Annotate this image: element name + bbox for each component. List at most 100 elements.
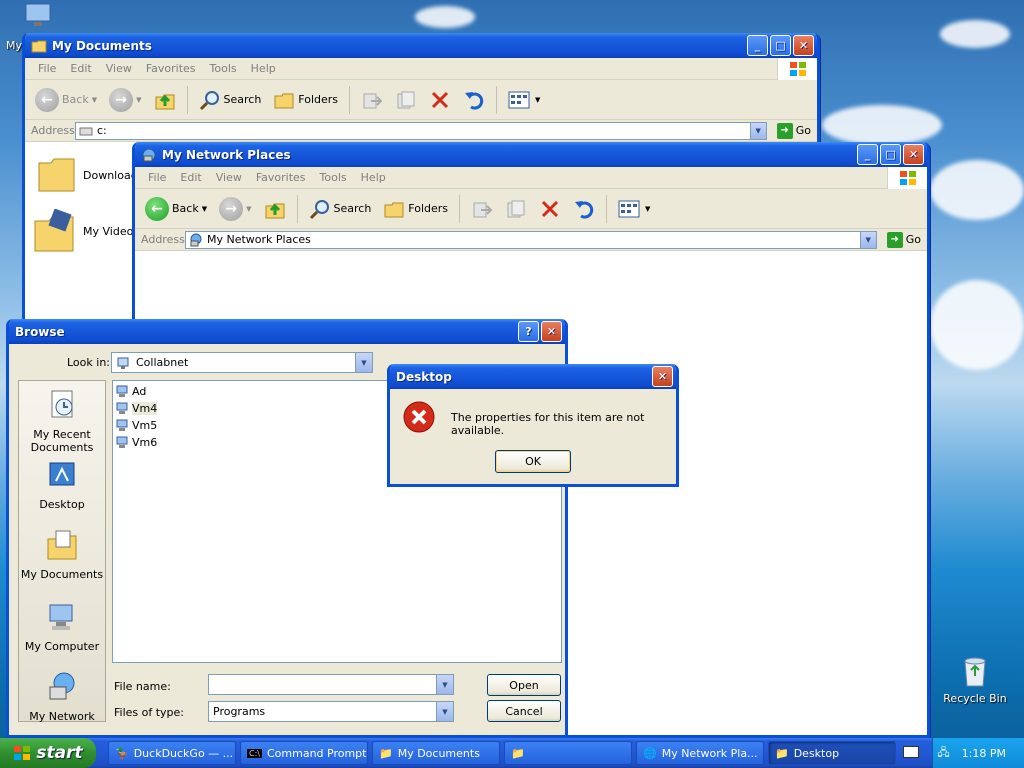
menu-view[interactable]: View (99, 62, 139, 75)
my-documents-icon (47, 530, 77, 560)
desktop-icon-recycle-bin[interactable]: Recycle Bin (940, 655, 1010, 705)
system-tray: 🖧 1:18 PM (932, 738, 1024, 768)
taskbar-item-command-prompt[interactable]: C:\ Command Prompt (240, 741, 368, 765)
go-button[interactable]: ➜ Go (881, 231, 927, 248)
up-button[interactable] (150, 85, 180, 115)
move-to-button[interactable] (357, 85, 387, 115)
forward-button[interactable]: → ▼ (105, 85, 145, 115)
look-in-dropdown-button[interactable]: ▼ (355, 353, 372, 372)
search-icon (309, 199, 329, 219)
start-button[interactable]: start (0, 738, 96, 768)
address-field[interactable]: My Network Places ▼ (185, 230, 877, 249)
folders-button[interactable]: Folders (269, 85, 342, 115)
menu-bar: File Edit View Favorites Tools Help (135, 167, 927, 189)
copy-to-icon (397, 91, 415, 108)
taskbar-item-my-documents[interactable]: 📁 My Documents (372, 741, 500, 765)
menu-help[interactable]: Help (244, 62, 283, 75)
address-field[interactable]: c: ▼ (75, 121, 767, 140)
file-item-vm6[interactable]: Vm6 (116, 436, 157, 449)
menu-favorites[interactable]: Favorites (249, 171, 313, 184)
views-button[interactable]: ▼ (614, 194, 654, 224)
place-my-documents[interactable]: My Documents (19, 529, 105, 581)
maximize-button[interactable]: □ (880, 144, 901, 165)
close-button[interactable]: ✕ (903, 144, 924, 165)
taskbar-item-desktop[interactable]: 📁 Desktop (768, 741, 896, 765)
folder-item-my-videos[interactable]: My Videos (33, 209, 139, 253)
ok-button[interactable]: OK (495, 450, 571, 473)
delete-button[interactable] (425, 85, 455, 115)
copy-to-icon (507, 200, 525, 217)
search-button[interactable]: Search (195, 85, 266, 115)
network-tray-icon[interactable]: 🖧 (937, 744, 949, 763)
clock[interactable]: 1:18 PM (962, 747, 1006, 760)
move-to-icon (473, 202, 493, 217)
folders-button[interactable]: Folders (379, 194, 452, 224)
address-value: c: (97, 124, 107, 137)
menu-help[interactable]: Help (354, 171, 393, 184)
up-button[interactable] (260, 194, 290, 224)
dialog-title: Desktop (396, 369, 452, 384)
menu-file[interactable]: File (141, 171, 173, 184)
forward-button[interactable]: → ▼ (215, 194, 255, 224)
taskbar-item-duckduckgo[interactable]: 🦆 DuckDuckGo — ... (108, 741, 236, 765)
views-button[interactable]: ▼ (504, 85, 544, 115)
error-titlebar[interactable]: Desktop ✕ (390, 364, 676, 389)
close-button[interactable]: ✕ (541, 321, 562, 342)
recycle-bin-icon (964, 657, 986, 687)
file-item-ad[interactable]: Ad (116, 385, 146, 398)
minimize-button[interactable]: _ (857, 144, 878, 165)
menu-view[interactable]: View (209, 171, 249, 184)
folder-item-downloads[interactable]: Downloads (37, 157, 143, 193)
delete-button[interactable] (535, 194, 565, 224)
menu-edit[interactable]: Edit (173, 171, 208, 184)
network-places-titlebar[interactable]: My Network Places _ □ ✕ (135, 142, 927, 167)
address-dropdown-button[interactable]: ▼ (859, 231, 876, 248)
file-name-input[interactable]: ▼ (208, 674, 454, 695)
close-button[interactable]: ✕ (652, 366, 673, 387)
folders-icon (274, 93, 294, 108)
my-documents-titlebar[interactable]: My Documents _ □ ✕ (25, 33, 817, 58)
go-arrow-icon: ➜ (776, 122, 793, 139)
undo-button[interactable] (459, 85, 489, 115)
look-in-combo[interactable]: Collabnet ▼ (111, 352, 373, 373)
files-of-type-select[interactable]: Programs ▼ (208, 701, 454, 722)
help-button[interactable]: ? (518, 321, 539, 342)
undo-button[interactable] (569, 194, 599, 224)
search-button[interactable]: Search (305, 194, 376, 224)
menu-edit[interactable]: Edit (63, 62, 98, 75)
taskbar-item-my-network-places[interactable]: 🌐 My Network Pla... (636, 741, 764, 765)
files-of-type-label: Files of type: (114, 706, 185, 719)
file-item-vm4[interactable]: Vm4 (116, 402, 158, 415)
files-of-type-dropdown-button[interactable]: ▼ (436, 702, 453, 721)
recent-documents-icon (51, 390, 73, 418)
menu-tools[interactable]: Tools (203, 62, 244, 75)
back-button[interactable]: ← Back ▼ (141, 194, 211, 224)
copy-to-button[interactable] (501, 194, 531, 224)
file-item-vm5[interactable]: Vm5 (116, 419, 157, 432)
file-name-dropdown-button[interactable]: ▼ (436, 675, 453, 694)
close-button[interactable]: ✕ (793, 35, 814, 56)
folder-item-label: My Videos (83, 224, 140, 238)
place-my-computer[interactable]: My Computer (19, 601, 105, 653)
place-my-network[interactable]: My Network (19, 671, 105, 723)
menu-file[interactable]: File (31, 62, 63, 75)
network-folder-icon (117, 357, 129, 369)
browse-titlebar[interactable]: Browse ? ✕ (9, 319, 565, 344)
place-desktop[interactable]: Desktop (19, 459, 105, 511)
folder-icon: 📁 (511, 746, 525, 760)
place-my-recent-documents[interactable]: My Recent Documents (19, 389, 105, 454)
back-button[interactable]: ← Back ▼ (31, 85, 101, 115)
cancel-button[interactable]: Cancel (487, 700, 561, 722)
move-to-button[interactable] (467, 194, 497, 224)
maximize-button[interactable]: □ (770, 35, 791, 56)
taskbar-item-folder[interactable]: 📁 (504, 741, 632, 765)
menu-tools[interactable]: Tools (313, 171, 354, 184)
menu-favorites[interactable]: Favorites (139, 62, 203, 75)
minimize-button[interactable]: _ (747, 35, 768, 56)
network-places-icon: 🌐 (643, 746, 657, 760)
keyboard-icon[interactable] (903, 746, 919, 758)
copy-to-button[interactable] (391, 85, 421, 115)
address-dropdown-button[interactable]: ▼ (749, 122, 766, 139)
open-button[interactable]: Open (487, 674, 561, 696)
go-button[interactable]: ➜ Go (771, 122, 817, 139)
